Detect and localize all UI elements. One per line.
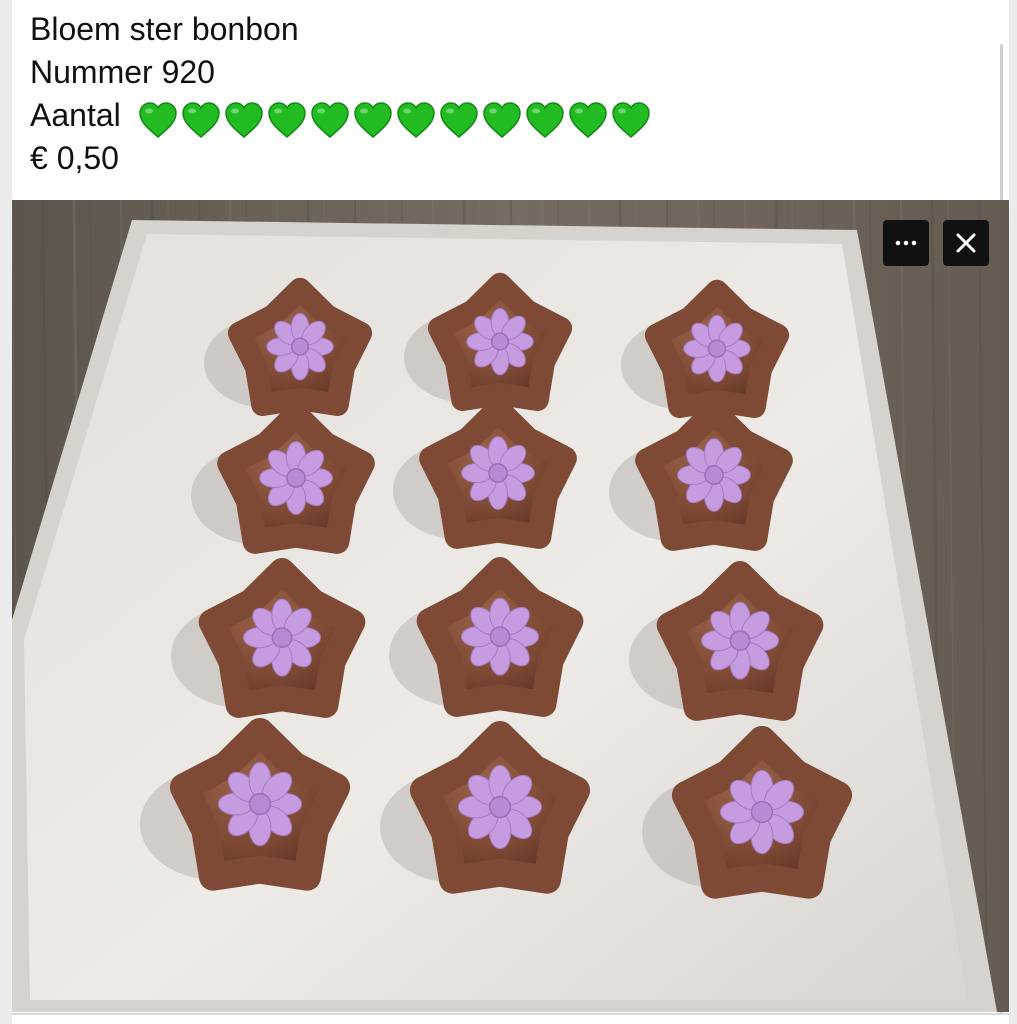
- green-heart-icon: [611, 101, 651, 139]
- green-heart-icon: [310, 101, 350, 139]
- post-price: € 0,50: [30, 140, 119, 176]
- left-edge: [0, 0, 12, 1024]
- green-heart-icon: [396, 101, 436, 139]
- close-button[interactable]: [943, 220, 989, 266]
- quantity-hearts: [138, 96, 654, 139]
- green-heart-icon: [181, 101, 221, 139]
- right-edge: [1009, 0, 1017, 1024]
- post-number: Nummer 920: [30, 54, 215, 90]
- green-heart-icon: [568, 101, 608, 139]
- green-heart-icon: [224, 101, 264, 139]
- bottom-divider: [12, 1013, 1009, 1015]
- green-heart-icon: [267, 101, 307, 139]
- more-options-button[interactable]: [883, 220, 929, 266]
- close-icon: [956, 233, 976, 253]
- more-horizontal-icon: [895, 240, 917, 246]
- green-heart-icon: [525, 101, 565, 139]
- green-heart-icon: [353, 101, 393, 139]
- product-photo-illustration: [12, 200, 1009, 1012]
- post-caption: Bloem ster bonbon Nummer 920 Aantal € 0,…: [30, 8, 654, 180]
- green-heart-icon: [439, 101, 479, 139]
- post-title: Bloem ster bonbon: [30, 11, 299, 47]
- green-heart-icon: [482, 101, 522, 139]
- product-photo[interactable]: [12, 200, 1009, 1012]
- green-heart-icon: [138, 101, 178, 139]
- post-quantity: Aantal: [30, 94, 654, 139]
- quantity-label: Aantal: [30, 97, 121, 133]
